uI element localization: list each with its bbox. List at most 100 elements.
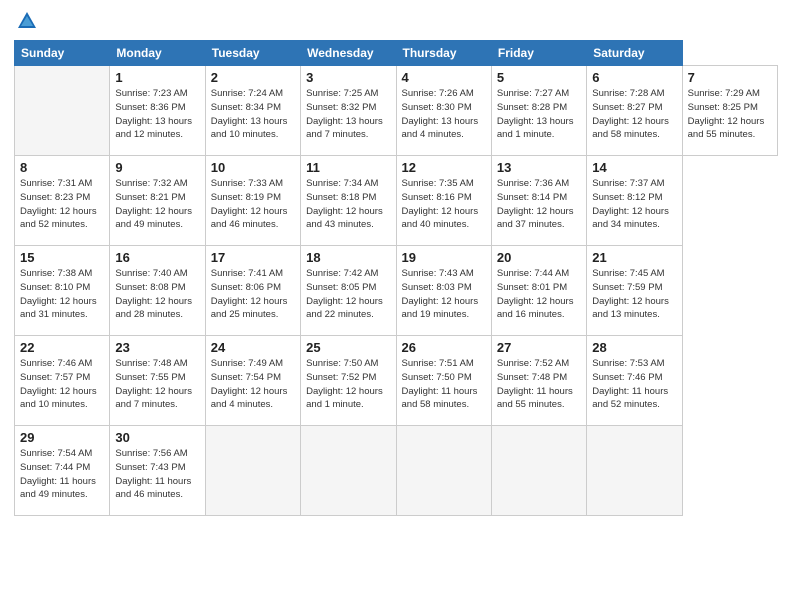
day-cell: 5 Sunrise: 7:27 AMSunset: 8:28 PMDaylight… <box>491 66 586 156</box>
empty-cell <box>15 66 110 156</box>
day-cell: 11 Sunrise: 7:34 AMSunset: 8:18 PMDayligh… <box>301 156 396 246</box>
day-cell: 3 Sunrise: 7:25 AMSunset: 8:32 PMDaylight… <box>301 66 396 156</box>
day-info: Sunrise: 7:28 AMSunset: 8:27 PMDaylight:… <box>592 87 676 142</box>
day-info: Sunrise: 7:43 AMSunset: 8:03 PMDaylight:… <box>402 267 486 322</box>
day-info: Sunrise: 7:48 AMSunset: 7:55 PMDaylight:… <box>115 357 199 412</box>
day-number: 25 <box>306 340 390 355</box>
day-number: 20 <box>497 250 581 265</box>
day-cell <box>491 426 586 516</box>
day-cell: 15Sunrise: 7:38 AMSunset: 8:10 PMDayligh… <box>15 246 110 336</box>
day-cell: 18 Sunrise: 7:42 AMSunset: 8:05 PMDayligh… <box>301 246 396 336</box>
day-cell: 26 Sunrise: 7:51 AMSunset: 7:50 PMDayligh… <box>396 336 491 426</box>
day-number: 28 <box>592 340 676 355</box>
day-cell <box>301 426 396 516</box>
day-info: Sunrise: 7:42 AMSunset: 8:05 PMDaylight:… <box>306 267 390 322</box>
day-number: 14 <box>592 160 676 175</box>
day-cell: 12 Sunrise: 7:35 AMSunset: 8:16 PMDayligh… <box>396 156 491 246</box>
day-cell: 8 Sunrise: 7:31 AMSunset: 8:23 PMDaylight… <box>15 156 110 246</box>
day-info: Sunrise: 7:45 AMSunset: 7:59 PMDaylight:… <box>592 267 676 322</box>
calendar-week-row: 1 Sunrise: 7:23 AMSunset: 8:36 PMDaylight… <box>15 66 778 156</box>
day-info: Sunrise: 7:31 AMSunset: 8:23 PMDaylight:… <box>20 177 104 232</box>
day-info: Sunrise: 7:27 AMSunset: 8:28 PMDaylight:… <box>497 87 581 142</box>
day-info: Sunrise: 7:32 AMSunset: 8:21 PMDaylight:… <box>115 177 199 232</box>
calendar-header-row: SundayMondayTuesdayWednesdayThursdayFrid… <box>15 41 778 66</box>
day-cell: 7 Sunrise: 7:29 AMSunset: 8:25 PMDaylight… <box>682 66 777 156</box>
day-info: Sunrise: 7:25 AMSunset: 8:32 PMDaylight:… <box>306 87 390 142</box>
day-cell: 10 Sunrise: 7:33 AMSunset: 8:19 PMDayligh… <box>205 156 300 246</box>
day-info: Sunrise: 7:51 AMSunset: 7:50 PMDaylight:… <box>402 357 486 412</box>
day-info: Sunrise: 7:56 AMSunset: 7:43 PMDaylight:… <box>115 447 199 502</box>
day-cell: 25 Sunrise: 7:50 AMSunset: 7:52 PMDayligh… <box>301 336 396 426</box>
day-number: 9 <box>115 160 199 175</box>
day-cell: 1 Sunrise: 7:23 AMSunset: 8:36 PMDaylight… <box>110 66 205 156</box>
day-header: Thursday <box>396 41 491 66</box>
day-number: 17 <box>211 250 295 265</box>
day-header: Wednesday <box>301 41 396 66</box>
day-number: 22 <box>20 340 104 355</box>
day-info: Sunrise: 7:49 AMSunset: 7:54 PMDaylight:… <box>211 357 295 412</box>
calendar-week-row: 29 Sunrise: 7:54 AMSunset: 7:44 PMDayligh… <box>15 426 778 516</box>
day-info: Sunrise: 7:41 AMSunset: 8:06 PMDaylight:… <box>211 267 295 322</box>
day-info: Sunrise: 7:36 AMSunset: 8:14 PMDaylight:… <box>497 177 581 232</box>
day-number: 7 <box>688 70 772 85</box>
day-info: Sunrise: 7:34 AMSunset: 8:18 PMDaylight:… <box>306 177 390 232</box>
day-number: 15 <box>20 250 104 265</box>
day-number: 29 <box>20 430 104 445</box>
day-number: 16 <box>115 250 199 265</box>
day-header: Friday <box>491 41 586 66</box>
day-number: 4 <box>402 70 486 85</box>
day-cell: 19 Sunrise: 7:43 AMSunset: 8:03 PMDayligh… <box>396 246 491 336</box>
day-info: Sunrise: 7:54 AMSunset: 7:44 PMDaylight:… <box>20 447 104 502</box>
calendar-week-row: 22 Sunrise: 7:46 AMSunset: 7:57 PMDayligh… <box>15 336 778 426</box>
logo <box>14 10 38 32</box>
day-cell: 27 Sunrise: 7:52 AMSunset: 7:48 PMDayligh… <box>491 336 586 426</box>
day-info: Sunrise: 7:37 AMSunset: 8:12 PMDaylight:… <box>592 177 676 232</box>
day-cell: 21 Sunrise: 7:45 AMSunset: 7:59 PMDayligh… <box>587 246 682 336</box>
day-number: 13 <box>497 160 581 175</box>
page: SundayMondayTuesdayWednesdayThursdayFrid… <box>0 0 792 612</box>
day-cell: 29 Sunrise: 7:54 AMSunset: 7:44 PMDayligh… <box>15 426 110 516</box>
day-number: 26 <box>402 340 486 355</box>
header <box>14 10 778 32</box>
day-cell: 2Sunrise: 7:24 AMSunset: 8:34 PMDaylight… <box>205 66 300 156</box>
day-header: Saturday <box>587 41 682 66</box>
day-number: 12 <box>402 160 486 175</box>
day-cell: 6Sunrise: 7:28 AMSunset: 8:27 PMDaylight… <box>587 66 682 156</box>
day-number: 30 <box>115 430 199 445</box>
calendar-week-row: 15Sunrise: 7:38 AMSunset: 8:10 PMDayligh… <box>15 246 778 336</box>
day-number: 1 <box>115 70 199 85</box>
day-info: Sunrise: 7:50 AMSunset: 7:52 PMDaylight:… <box>306 357 390 412</box>
day-number: 3 <box>306 70 390 85</box>
day-cell <box>205 426 300 516</box>
day-cell: 20Sunrise: 7:44 AMSunset: 8:01 PMDayligh… <box>491 246 586 336</box>
day-cell: 23Sunrise: 7:48 AMSunset: 7:55 PMDayligh… <box>110 336 205 426</box>
day-number: 5 <box>497 70 581 85</box>
day-number: 10 <box>211 160 295 175</box>
day-number: 21 <box>592 250 676 265</box>
day-info: Sunrise: 7:40 AMSunset: 8:08 PMDaylight:… <box>115 267 199 322</box>
day-info: Sunrise: 7:29 AMSunset: 8:25 PMDaylight:… <box>688 87 772 142</box>
day-cell: 24Sunrise: 7:49 AMSunset: 7:54 PMDayligh… <box>205 336 300 426</box>
day-info: Sunrise: 7:23 AMSunset: 8:36 PMDaylight:… <box>115 87 199 142</box>
day-header: Tuesday <box>205 41 300 66</box>
calendar-table: SundayMondayTuesdayWednesdayThursdayFrid… <box>14 40 778 516</box>
day-number: 27 <box>497 340 581 355</box>
day-cell: 13 Sunrise: 7:36 AMSunset: 8:14 PMDayligh… <box>491 156 586 246</box>
day-info: Sunrise: 7:52 AMSunset: 7:48 PMDaylight:… <box>497 357 581 412</box>
day-number: 8 <box>20 160 104 175</box>
day-number: 11 <box>306 160 390 175</box>
day-cell: 9 Sunrise: 7:32 AMSunset: 8:21 PMDaylight… <box>110 156 205 246</box>
day-number: 19 <box>402 250 486 265</box>
day-cell: 22 Sunrise: 7:46 AMSunset: 7:57 PMDayligh… <box>15 336 110 426</box>
day-info: Sunrise: 7:35 AMSunset: 8:16 PMDaylight:… <box>402 177 486 232</box>
day-info: Sunrise: 7:24 AMSunset: 8:34 PMDaylight:… <box>211 87 295 142</box>
day-cell: 16 Sunrise: 7:40 AMSunset: 8:08 PMDayligh… <box>110 246 205 336</box>
day-cell: 28Sunrise: 7:53 AMSunset: 7:46 PMDayligh… <box>587 336 682 426</box>
day-info: Sunrise: 7:26 AMSunset: 8:30 PMDaylight:… <box>402 87 486 142</box>
day-info: Sunrise: 7:46 AMSunset: 7:57 PMDaylight:… <box>20 357 104 412</box>
day-cell: 17 Sunrise: 7:41 AMSunset: 8:06 PMDayligh… <box>205 246 300 336</box>
day-cell <box>396 426 491 516</box>
day-number: 18 <box>306 250 390 265</box>
day-info: Sunrise: 7:33 AMSunset: 8:19 PMDaylight:… <box>211 177 295 232</box>
day-cell: 14 Sunrise: 7:37 AMSunset: 8:12 PMDayligh… <box>587 156 682 246</box>
